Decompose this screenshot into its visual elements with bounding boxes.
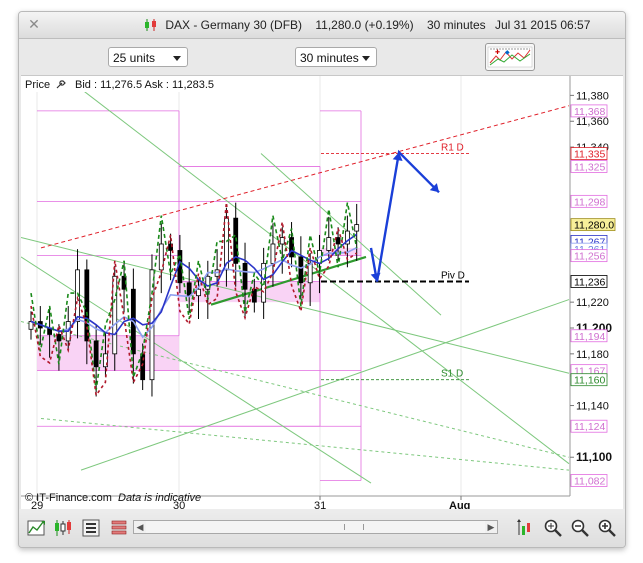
- candle-body: [93, 340, 99, 368]
- layers-icon[interactable]: [109, 518, 129, 538]
- price-level-box-label: 11,368: [574, 106, 605, 118]
- price-level-box: 11,236: [570, 275, 608, 288]
- bid-ask-label: Bid : 11,276.5 Ask : 11,283.5: [75, 79, 214, 91]
- zoom-fit-icon[interactable]: [543, 518, 563, 538]
- candle: [270, 223, 276, 287]
- title-bar: ✕ DAX - Germany 30 (DFB) 11,280.0 (+0.19…: [19, 12, 625, 39]
- timeline-scrollbar[interactable]: ◀ ▶: [133, 520, 498, 534]
- price-level-box-label: 11,280.0: [574, 220, 614, 232]
- drawing-tools-icon: ✚ ◆: [487, 46, 533, 68]
- candle-body: [56, 334, 62, 342]
- copyright-label: © IT-Finance.com: [25, 492, 112, 504]
- price-level-box: 11,194: [570, 329, 608, 343]
- price-axis-bg: [570, 76, 623, 508]
- price-level-box-label: 11,335: [574, 149, 605, 161]
- candle-body: [196, 288, 201, 297]
- pivot-level-label: R1 D: [441, 143, 464, 154]
- candle-body: [298, 256, 304, 284]
- chart-type-icon[interactable]: [27, 518, 47, 538]
- pivot-level-label: Piv D: [441, 270, 465, 281]
- svg-text:✚: ✚: [495, 49, 500, 56]
- price-tick-label: 11,220: [576, 297, 609, 309]
- price-level-box: 11,335: [570, 147, 608, 161]
- price-level-box: 11,298: [570, 194, 608, 208]
- price-level-box-label: 11,325: [574, 161, 605, 173]
- price-level-box-label: 11,236: [574, 276, 605, 288]
- candle-body: [326, 237, 332, 251]
- price-tick-label: 11,360: [576, 116, 609, 128]
- controls-bar: 25 units 30 minutes ✚ ◆: [19, 39, 625, 75]
- datetime-label: Jul 31 2015 06:57: [494, 18, 591, 32]
- units-select-value: 25 units: [113, 51, 156, 65]
- candle-body: [112, 275, 118, 355]
- candlestick-icon[interactable]: [53, 518, 73, 538]
- candle-body: [354, 224, 360, 232]
- price-level-box: 11,160: [570, 373, 608, 387]
- price-tick-label: 11,140: [576, 401, 609, 413]
- timeframe-select-value: 30 minutes: [300, 51, 359, 65]
- indicative-note: Data is indicative: [118, 492, 201, 504]
- price-level-box: 11,280.0: [570, 218, 616, 232]
- price-tick-label: 11,180: [576, 349, 609, 361]
- chevron-down-icon: [362, 56, 370, 61]
- price-level-box: 11,256: [570, 249, 608, 263]
- last-price: 11,280.0: [315, 18, 362, 32]
- candle-body: [242, 262, 248, 290]
- close-icon[interactable]: ✕: [27, 17, 41, 31]
- forecast-path: [369, 149, 440, 282]
- scroll-grip[interactable]: [344, 524, 364, 530]
- price-level-box: 11,124: [570, 419, 608, 433]
- resistance-trend-line: [40, 105, 570, 249]
- candle: [158, 223, 164, 294]
- candle: [224, 207, 229, 287]
- chevron-down-icon: [173, 56, 181, 61]
- window-title: DAX - Germany 30 (DFB) 11,280.0 (+0.19%)…: [144, 18, 590, 32]
- candle-body: [251, 288, 257, 303]
- price-tick-label: 11,100: [576, 450, 612, 464]
- instrument-name: DAX - Germany 30 (DFB): [165, 18, 303, 32]
- chart-area[interactable]: R1 DPiv DS1 D 11,38011,36011,34011,22011…: [20, 75, 623, 512]
- price-tick-label: 11,380: [576, 90, 609, 102]
- chart-window: ✕ DAX - Germany 30 (DFB) 11,280.0 (+0.19…: [18, 11, 626, 548]
- price-label: Price: [25, 79, 50, 91]
- candle-body: [279, 237, 285, 245]
- time-tick-label: 31: [314, 500, 326, 509]
- candles-icon: [145, 19, 156, 31]
- candle-body: [84, 269, 90, 342]
- price-level-box-label: 11,298: [574, 196, 605, 208]
- price-level-box-label: 11,124: [574, 421, 605, 433]
- scroll-left-button[interactable]: ◀: [134, 521, 146, 533]
- candle-body: [335, 237, 341, 245]
- svg-text:◆: ◆: [505, 50, 510, 56]
- time-tick-label: Aug: [449, 500, 470, 509]
- candle: [28, 311, 34, 340]
- zoom-out-icon[interactable]: [570, 518, 590, 538]
- price-level-box: 11,082: [570, 474, 608, 487]
- bottom-toolbar: ◀ ▶: [19, 509, 625, 547]
- units-select[interactable]: 25 units: [108, 47, 188, 67]
- price-level-box-label: 11,256: [574, 251, 605, 263]
- scroll-right-button[interactable]: ▶: [485, 521, 497, 533]
- price-change: (+0.19%): [364, 18, 414, 32]
- price-level-box: 11,325: [570, 160, 608, 173]
- timeframe-select[interactable]: 30 minutes: [295, 47, 377, 67]
- drawing-tools-button[interactable]: ✚ ◆: [485, 43, 535, 71]
- pivot-level-label: S1 D: [441, 369, 463, 380]
- price-level-box-label: 11,160: [574, 375, 605, 387]
- candle-body: [307, 262, 313, 284]
- zoom-in-icon[interactable]: [597, 518, 617, 538]
- price-level-box-label: 11,082: [574, 475, 605, 487]
- pan-icon[interactable]: [516, 518, 536, 538]
- price-level-box-label: 11,194: [574, 331, 605, 343]
- indicators-icon[interactable]: [81, 518, 101, 538]
- price-level-box: 11,368: [570, 104, 608, 118]
- timeframe-label: 30 minutes: [426, 18, 486, 32]
- price-chart[interactable]: R1 DPiv DS1 D 11,38011,36011,34011,22011…: [20, 76, 623, 512]
- candle-body: [186, 282, 192, 297]
